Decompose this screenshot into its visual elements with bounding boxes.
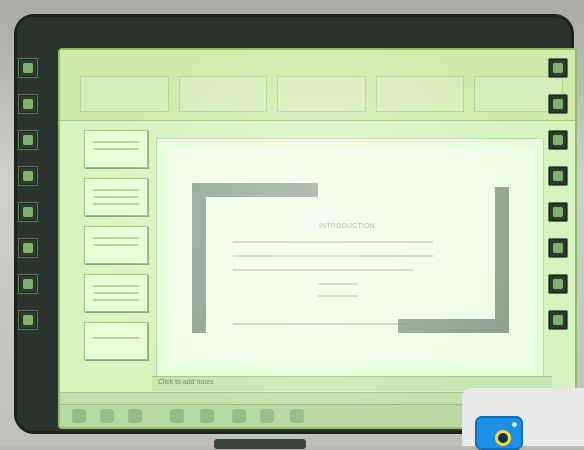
slide-thumbnail[interactable] [84,274,148,312]
pen-tray [214,439,306,449]
slide-bullet-line [318,283,358,285]
slide-thumbnail[interactable] [84,178,148,216]
slide-canvas[interactable]: INTRODUCTION [156,138,544,377]
select-icon[interactable] [18,166,38,186]
slide-corner-decoration-left [192,183,318,333]
slide-bullet-line [233,269,413,271]
taskbar-app-icon[interactable] [290,409,304,423]
right-pen-toolbar [548,58,568,388]
shape-icon[interactable] [18,202,38,222]
camera-lens-icon [495,430,511,446]
redo-icon[interactable] [18,310,38,330]
slide-thumbnail-panel [68,130,148,415]
start-icon[interactable] [72,409,86,423]
notes-placeholder: Click to add notes [158,379,214,386]
select-icon[interactable] [548,166,568,186]
save-icon[interactable] [18,238,38,258]
slide-content: INTRODUCTION [168,147,534,367]
interactive-whiteboard-frame: INTRODUCTION Click to add notes [14,14,577,449]
eraser-icon[interactable] [548,94,568,114]
taskbar-app-icon[interactable] [200,409,214,423]
taskbar-app-icon[interactable] [128,409,142,423]
slide-bullet-line [318,295,358,297]
presentation-ribbon [60,50,575,121]
shape-icon[interactable] [548,202,568,222]
taskbar-app-icon[interactable] [232,409,246,423]
ribbon-group[interactable] [375,76,465,112]
slide-bullet-line [233,255,433,257]
highlighter-icon[interactable] [18,130,38,150]
left-pen-toolbar [18,58,38,388]
slide-title: INTRODUCTION [319,223,376,230]
undo-icon[interactable] [18,274,38,294]
ribbon-group[interactable] [80,76,169,112]
pen-icon[interactable] [18,58,38,78]
ribbon-group[interactable] [277,76,366,112]
pen-icon[interactable] [548,58,568,78]
taskbar-app-icon[interactable] [170,409,184,423]
projected-screen: INTRODUCTION Click to add notes [58,48,577,429]
slide-thumbnail[interactable] [84,322,148,360]
camera-flash-icon [512,422,517,427]
slide-bullet-line [233,241,433,243]
ribbon-groups [80,76,563,112]
slide-thumbnail[interactable] [84,130,148,168]
eraser-icon[interactable] [18,94,38,114]
taskbar-app-icon[interactable] [100,409,114,423]
slide-thumbnail[interactable] [84,226,148,264]
taskbar-app-icon[interactable] [260,409,274,423]
slide-corner-decoration-right [398,187,509,333]
slide-bullet-line [233,323,408,325]
redo-icon[interactable] [548,310,568,330]
highlighter-icon[interactable] [548,130,568,150]
ribbon-group[interactable] [178,76,268,112]
save-icon[interactable] [548,238,568,258]
undo-icon[interactable] [548,274,568,294]
